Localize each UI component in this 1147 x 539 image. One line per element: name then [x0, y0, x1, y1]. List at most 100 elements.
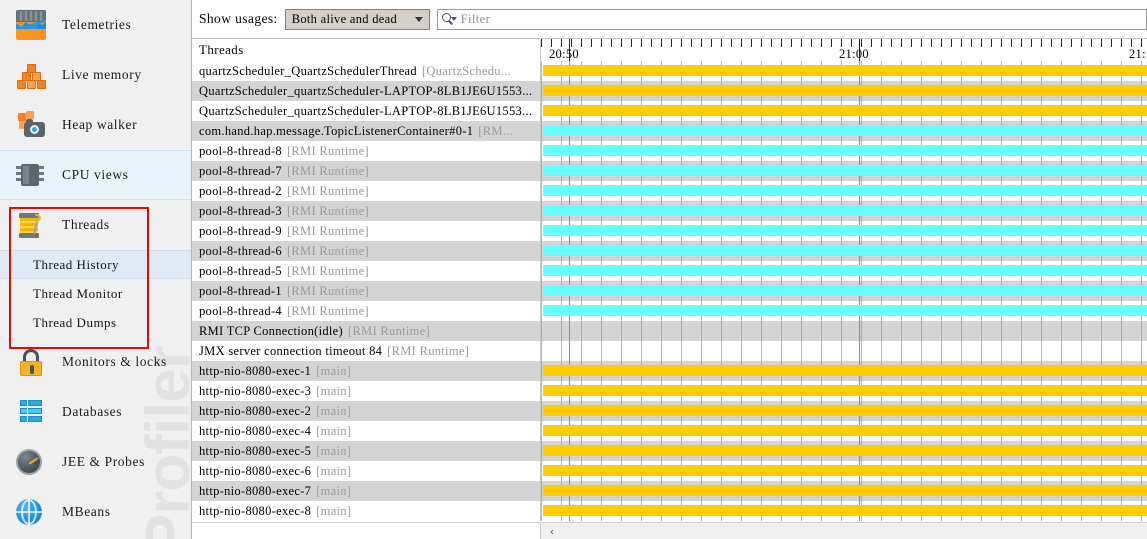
heap-walker-icon	[16, 110, 46, 140]
thread-timeline-track[interactable]	[541, 481, 1147, 501]
sidebar-item-live-memory[interactable]: Live memory	[0, 50, 191, 100]
thread-state-bar[interactable]	[543, 185, 1147, 196]
sidebar-item-telemetries[interactable]: Telemetries	[0, 0, 191, 50]
thread-name-cell: http-nio-8080-exec-5 [main]	[192, 441, 541, 461]
show-usages-dropdown[interactable]: Both alive and dead	[284, 8, 430, 30]
table-row[interactable]: http-nio-8080-exec-2 [main]	[192, 401, 1147, 421]
table-row[interactable]: pool-8-thread-7 [RMI Runtime]	[192, 161, 1147, 181]
time-ruler[interactable]: 20:5021:0021:1021:2021:3021:40	[541, 39, 1147, 61]
thread-timeline-track[interactable]	[541, 241, 1147, 261]
thread-timeline-track[interactable]	[541, 381, 1147, 401]
filter-input[interactable]: Filter	[436, 8, 1147, 30]
table-row[interactable]: RMI TCP Connection(idle) [RMI Runtime]	[192, 321, 1147, 341]
thread-state-bar[interactable]	[543, 425, 1147, 436]
table-row[interactable]: http-nio-8080-exec-8 [main]	[192, 501, 1147, 521]
sidebar-item-cpu-views[interactable]: CPU views	[0, 150, 191, 200]
thread-timeline-track[interactable]	[541, 181, 1147, 201]
thread-state-bar[interactable]	[543, 225, 1147, 236]
table-row[interactable]: pool-8-thread-5 [RMI Runtime]	[192, 261, 1147, 281]
thread-timeline-track[interactable]	[541, 401, 1147, 421]
thread-state-bar[interactable]	[543, 245, 1147, 256]
thread-timeline-track[interactable]	[541, 161, 1147, 181]
thread-state-bar[interactable]	[543, 105, 1147, 116]
thread-timeline-track[interactable]	[541, 361, 1147, 381]
table-row[interactable]: pool-8-thread-6 [RMI Runtime]	[192, 241, 1147, 261]
table-row[interactable]: pool-8-thread-8 [RMI Runtime]	[192, 141, 1147, 161]
sidebar-item-jee-probes[interactable]: JEE & Probes	[0, 437, 191, 487]
thread-group: [RMI Runtime]	[286, 283, 369, 298]
sidebar-item-heap-walker[interactable]: Heap walker	[0, 100, 191, 150]
sidebar-item-thread-monitor[interactable]: Thread Monitor	[0, 279, 191, 308]
thread-timeline-track[interactable]	[541, 441, 1147, 461]
thread-timeline-track[interactable]	[541, 341, 1147, 361]
thread-timeline-track[interactable]	[541, 281, 1147, 301]
thread-name: pool-8-thread-2	[199, 183, 282, 198]
thread-timeline-track[interactable]	[541, 81, 1147, 101]
thread-state-bar[interactable]	[543, 145, 1147, 156]
thread-group: [RM...	[478, 123, 514, 138]
sidebar-item-mbeans[interactable]: MBeans	[0, 487, 191, 537]
thread-state-bar[interactable]	[543, 305, 1147, 316]
table-row[interactable]: quartzScheduler_QuartzSchedulerThread [Qu…	[192, 61, 1147, 81]
thread-state-bar[interactable]	[543, 205, 1147, 216]
table-row[interactable]: JMX server connection timeout 84 [RMI Run…	[192, 341, 1147, 361]
thread-group: [main]	[316, 403, 352, 418]
table-row[interactable]: http-nio-8080-exec-5 [main]	[192, 441, 1147, 461]
thread-state-bar[interactable]	[543, 505, 1147, 516]
table-row[interactable]: http-nio-8080-exec-6 [main]	[192, 461, 1147, 481]
thread-state-bar[interactable]	[543, 485, 1147, 496]
sidebar-item-thread-history[interactable]: Thread History	[0, 250, 191, 279]
thread-state-bar[interactable]	[543, 265, 1147, 276]
thread-state-bar[interactable]	[543, 445, 1147, 456]
thread-name: pool-8-thread-4	[199, 303, 282, 318]
thread-state-bar[interactable]	[543, 285, 1147, 296]
thread-timeline-track[interactable]	[541, 141, 1147, 161]
thread-group: [QuartzSchedu...	[421, 63, 512, 78]
table-row[interactable]: http-nio-8080-exec-7 [main]	[192, 481, 1147, 501]
thread-timeline-track[interactable]	[541, 61, 1147, 81]
scrollbar-track[interactable]: ‹	[541, 523, 1147, 539]
table-row[interactable]: pool-8-thread-9 [RMI Runtime]	[192, 221, 1147, 241]
sidebar-item-label: Live memory	[62, 67, 142, 82]
thread-timeline-track[interactable]	[541, 261, 1147, 281]
thread-timeline-track[interactable]	[541, 101, 1147, 121]
thread-state-bar[interactable]	[543, 165, 1147, 176]
thread-state-bar[interactable]	[543, 385, 1147, 396]
thread-timeline-track[interactable]	[541, 301, 1147, 321]
table-row[interactable]: QuartzScheduler_quartzScheduler-LAPTOP-8…	[192, 81, 1147, 101]
thread-timeline-track[interactable]	[541, 321, 1147, 341]
table-row[interactable]: pool-8-thread-2 [RMI Runtime]	[192, 181, 1147, 201]
thread-group: [main]	[316, 503, 352, 518]
thread-timeline-track[interactable]	[541, 221, 1147, 241]
thread-timeline-track[interactable]	[541, 501, 1147, 521]
column-header-threads[interactable]: Threads	[192, 39, 541, 61]
table-row[interactable]: pool-8-thread-4 [RMI Runtime]	[192, 301, 1147, 321]
thread-state-bar[interactable]	[543, 125, 1147, 136]
thread-state-bar[interactable]	[543, 365, 1147, 376]
sidebar-item-monitors-locks[interactable]: Monitors & locks	[0, 337, 191, 387]
thread-state-bar[interactable]	[543, 65, 1147, 76]
threads-icon	[16, 210, 46, 240]
sidebar-item-thread-dumps[interactable]: Thread Dumps	[0, 308, 191, 337]
table-row[interactable]: http-nio-8080-exec-3 [main]	[192, 381, 1147, 401]
mbeans-icon	[16, 497, 46, 527]
sidebar-item-databases[interactable]: Databases	[0, 387, 191, 437]
table-row[interactable]: pool-8-thread-3 [RMI Runtime]	[192, 201, 1147, 221]
table-row[interactable]: QuartzScheduler_quartzScheduler-LAPTOP-8…	[192, 101, 1147, 121]
thread-state-bar[interactable]	[543, 465, 1147, 476]
thread-timeline-track[interactable]	[541, 121, 1147, 141]
horizontal-scrollbar[interactable]: ‹	[192, 522, 1147, 539]
table-row[interactable]: pool-8-thread-1 [RMI Runtime]	[192, 281, 1147, 301]
thread-state-bar[interactable]	[543, 405, 1147, 416]
search-icon[interactable]	[441, 12, 457, 26]
table-row[interactable]: http-nio-8080-exec-4 [main]	[192, 421, 1147, 441]
sidebar-item-threads[interactable]: Threads	[0, 200, 191, 250]
thread-timeline-track[interactable]	[541, 201, 1147, 221]
thread-timeline-track[interactable]	[541, 461, 1147, 481]
thread-timeline-track[interactable]	[541, 421, 1147, 441]
table-row[interactable]: com.hand.hap.message.TopicListenerContai…	[192, 121, 1147, 141]
table-row[interactable]: http-nio-8080-exec-1 [main]	[192, 361, 1147, 381]
thread-group: [RMI Runtime]	[286, 183, 369, 198]
scroll-left-arrow-icon[interactable]: ‹	[545, 523, 559, 539]
thread-state-bar[interactable]	[543, 85, 1147, 96]
